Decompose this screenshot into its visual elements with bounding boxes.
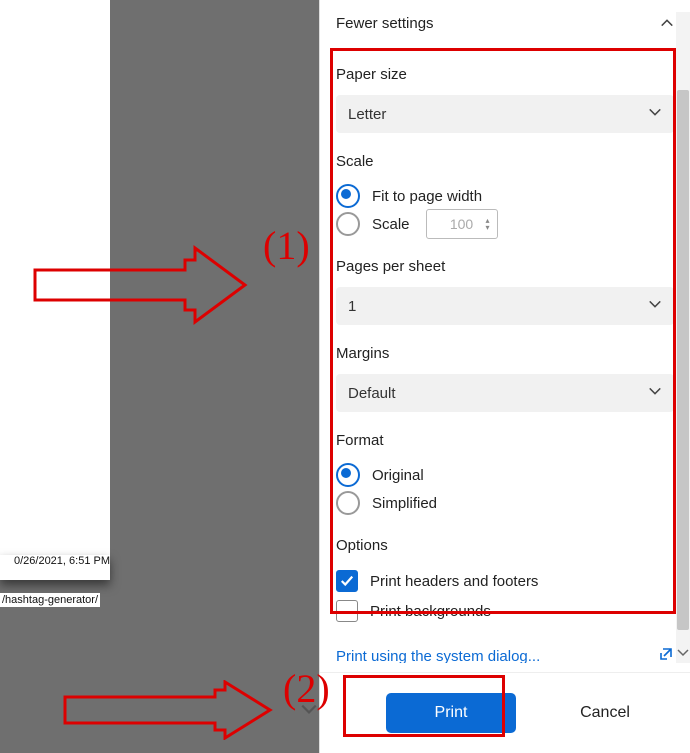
print-dialog-panel: Fewer settings Paper size Letter Scale F…: [319, 0, 690, 753]
scale-custom-label: Scale: [372, 216, 410, 233]
format-label: Format: [336, 432, 674, 449]
chevron-down-icon: [648, 297, 662, 315]
format-simplified-option[interactable]: Simplified: [336, 489, 674, 517]
checkbox-icon: [336, 570, 358, 592]
radio-icon: [336, 184, 360, 208]
paper-size-value: Letter: [348, 106, 386, 123]
spinner-steppers[interactable]: ▴ ▾: [482, 218, 494, 231]
scale-custom-option[interactable]: Scale 100 ▴ ▾: [336, 210, 674, 238]
headers-footers-option[interactable]: Print headers and footers: [336, 566, 674, 596]
pages-per-sheet-value: 1: [348, 298, 356, 315]
pages-per-sheet-select[interactable]: 1: [336, 287, 674, 325]
backgrounds-label: Print backgrounds: [370, 603, 491, 620]
print-button[interactable]: Print: [386, 693, 516, 733]
spinner-down-icon[interactable]: ▾: [482, 225, 494, 231]
format-original-option[interactable]: Original: [336, 461, 674, 489]
dialog-footer: Print Cancel: [320, 672, 690, 753]
chevron-down-icon: [648, 105, 662, 123]
paper-size-select[interactable]: Letter: [336, 95, 674, 133]
chevron-up-icon: [660, 16, 674, 30]
external-link-icon: [658, 646, 674, 663]
radio-icon: [336, 463, 360, 487]
margins-select[interactable]: Default: [336, 374, 674, 412]
print-preview-page: [0, 0, 110, 580]
panel-scroll-down-arrow[interactable]: [676, 646, 690, 663]
cancel-button[interactable]: Cancel: [540, 693, 670, 733]
scale-fit-option[interactable]: Fit to page width: [336, 182, 674, 210]
fewer-settings-header[interactable]: Fewer settings: [336, 0, 674, 46]
scale-value-input[interactable]: 100 ▴ ▾: [426, 209, 498, 239]
fewer-settings-label: Fewer settings: [336, 15, 434, 32]
preview-url: /hashtag-generator/: [0, 593, 100, 607]
preview-shadow: [0, 555, 110, 580]
backgrounds-option[interactable]: Print backgrounds: [336, 596, 674, 626]
pages-per-sheet-label: Pages per sheet: [336, 258, 674, 275]
headers-footers-label: Print headers and footers: [370, 573, 538, 590]
format-original-label: Original: [372, 467, 424, 484]
scale-value: 100: [450, 216, 473, 232]
system-dialog-row[interactable]: Print using the system dialog...: [336, 646, 674, 663]
checkbox-icon: [336, 600, 358, 622]
system-dialog-link[interactable]: Print using the system dialog...: [336, 648, 540, 664]
panel-scrollbar-thumb[interactable]: [677, 90, 689, 630]
format-simplified-label: Simplified: [372, 495, 437, 512]
chevron-down-icon: [648, 384, 662, 402]
options-label: Options: [336, 537, 674, 554]
margins-value: Default: [348, 385, 396, 402]
scale-label: Scale: [336, 153, 674, 170]
scale-fit-label: Fit to page width: [372, 188, 482, 205]
paper-size-label: Paper size: [336, 66, 674, 83]
margins-label: Margins: [336, 345, 674, 362]
radio-icon: [336, 491, 360, 515]
radio-icon: [336, 212, 360, 236]
